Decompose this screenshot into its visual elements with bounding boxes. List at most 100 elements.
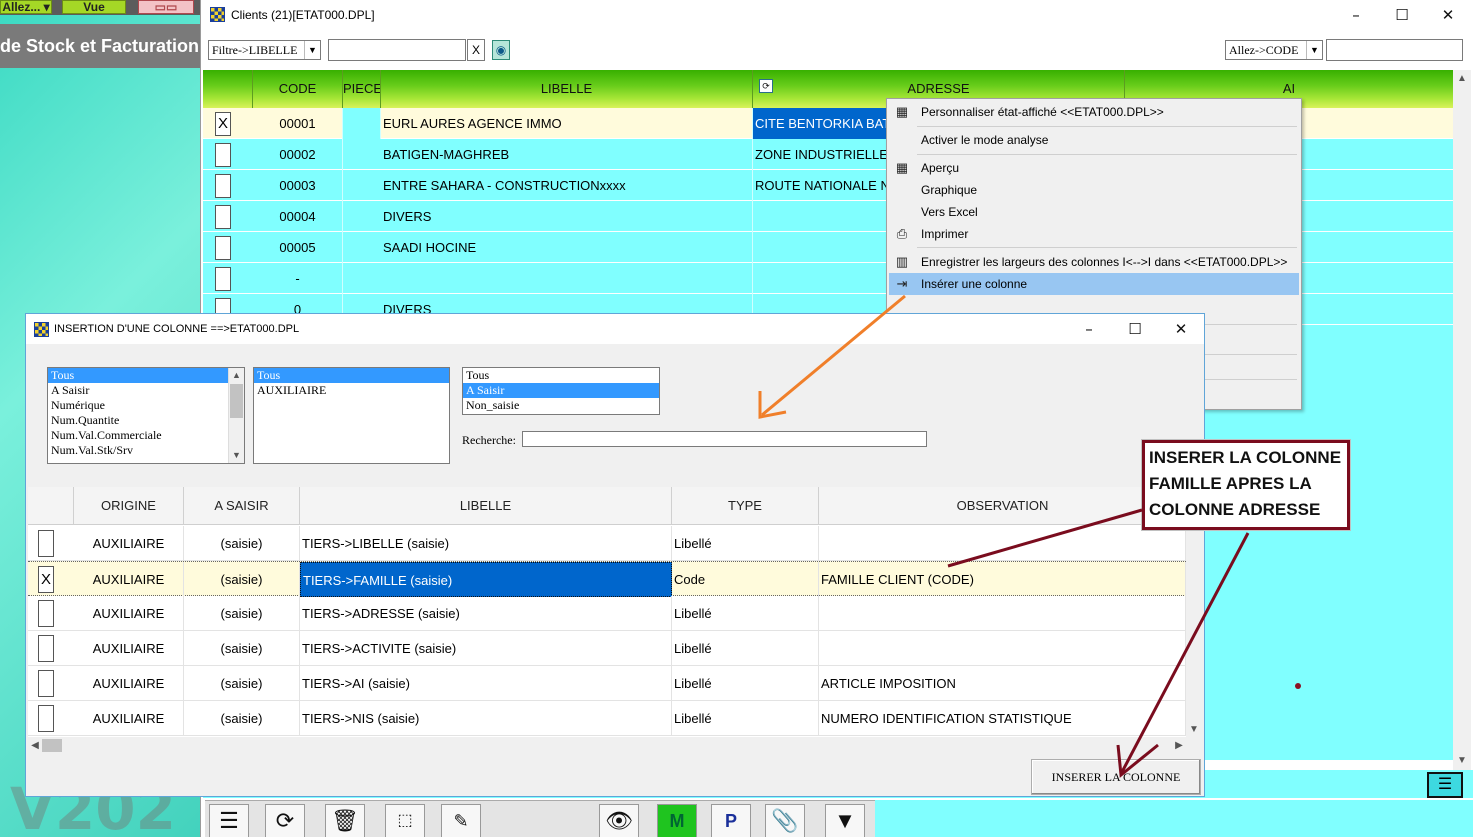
dialog-maximize-button[interactable]: ☐: [1112, 318, 1158, 340]
menu-item-inserer-colonne[interactable]: ⇥ Insérer une colonne: [889, 273, 1299, 295]
scroll-down-icon[interactable]: ▼: [1455, 754, 1469, 768]
p-icon[interactable]: P: [711, 804, 751, 837]
m-icon[interactable]: M: [657, 804, 697, 837]
row-checkbox[interactable]: [215, 267, 231, 291]
scroll-up-icon[interactable]: ▲: [229, 368, 244, 383]
view-eye-icon[interactable]: 👁: [599, 804, 639, 837]
cell-a-saisir: (saisie): [184, 562, 300, 597]
header-libelle[interactable]: LIBELLE: [381, 70, 753, 108]
row-checkbox[interactable]: [38, 600, 54, 627]
listbox-scrollbar[interactable]: ▲ ▼: [228, 368, 244, 463]
menu-separator: [917, 126, 1297, 127]
table-row[interactable]: AUXILIAIRE (saisie) TIERS->ADRESSE (sais…: [28, 596, 1186, 631]
menu-icon[interactable]: ☰: [209, 804, 249, 837]
clear-filter-button[interactable]: X: [467, 39, 485, 61]
row-checkbox[interactable]: [215, 143, 231, 167]
row-checkbox[interactable]: [38, 705, 54, 732]
eye-icon[interactable]: ◉: [492, 40, 510, 60]
row-checkbox[interactable]: X: [215, 112, 231, 136]
header-libelle[interactable]: LIBELLE: [300, 487, 672, 525]
dialog-minimize-button[interactable]: –: [1066, 318, 1112, 340]
header-piece[interactable]: PIECE: [343, 70, 381, 108]
goto-select[interactable]: Allez->CODE ▼: [1225, 40, 1323, 60]
close-button[interactable]: ✕: [1425, 4, 1471, 26]
column-settings-icon[interactable]: ☰: [1427, 772, 1463, 798]
scroll-right-icon[interactable]: ▶: [1172, 739, 1186, 753]
menu-separator: [917, 247, 1297, 248]
menu-item-apercu[interactable]: ▦ Aperçu: [889, 157, 1299, 179]
origin-listbox[interactable]: Tous AUXILIAIRE: [253, 367, 450, 464]
cell-type: Code: [672, 562, 819, 597]
menu-item-excel[interactable]: Vers Excel: [889, 201, 1299, 223]
table-row[interactable]: AUXILIAIRE (saisie) TIERS->AI (saisie) L…: [28, 666, 1186, 701]
scrollbar-thumb[interactable]: [230, 384, 243, 418]
category-listbox[interactable]: Tous A Saisir Numérique Num.Quantite Num…: [47, 367, 245, 464]
list-item[interactable]: A Saisir: [48, 383, 244, 398]
dialog-horizontal-scrollbar[interactable]: ◀ ▶: [28, 737, 1186, 754]
edit-icon[interactable]: ✎: [441, 804, 481, 837]
filter-input[interactable]: [328, 39, 466, 61]
menu-item-enregistrer-largeurs[interactable]: ▥ Enregistrer les largeurs des colonnes …: [889, 251, 1299, 273]
menu-item-graphique[interactable]: Graphique: [889, 179, 1299, 201]
list-item[interactable]: Tous: [254, 368, 449, 383]
list-item[interactable]: Tous: [463, 368, 659, 383]
row-checkbox[interactable]: [215, 236, 231, 260]
cell-code: 00005: [253, 232, 343, 263]
delete-icon[interactable]: 🗑: [325, 804, 365, 837]
filter-icon[interactable]: ▼: [825, 804, 865, 837]
attachment-icon[interactable]: 📎: [765, 804, 805, 837]
row-checkbox[interactable]: [215, 174, 231, 198]
header-origine[interactable]: ORIGINE: [74, 487, 184, 525]
table-row[interactable]: X AUXILIAIRE (saisie) TIERS->FAMILLE (sa…: [28, 561, 1186, 597]
cell-libelle: TIERS->ACTIVITE (saisie): [300, 631, 672, 666]
list-item[interactable]: Num.Val.Commerciale: [48, 428, 244, 443]
table-row[interactable]: AUXILIAIRE (saisie) TIERS->NIS (saisie) …: [28, 701, 1186, 736]
menu-item-imprimer[interactable]: ⎙ Imprimer: [889, 223, 1299, 245]
vue-button[interactable]: Vue: [62, 0, 126, 14]
saisie-listbox[interactable]: Tous A Saisir Non_saisie: [462, 367, 660, 415]
row-checkbox[interactable]: [38, 530, 54, 557]
dialog-close-button[interactable]: ✕: [1158, 318, 1204, 340]
cell-a-saisir: (saisie): [184, 631, 300, 666]
goto-input[interactable]: [1326, 39, 1463, 61]
filter-select[interactable]: Filtre->LIBELLE ▼: [208, 40, 321, 60]
list-item[interactable]: AUXILIAIRE: [254, 383, 449, 398]
layout-icon-button[interactable]: ▭▭: [138, 0, 194, 14]
chevron-down-icon: ▼: [1306, 41, 1322, 59]
clients-vertical-scrollbar[interactable]: ▲ ▼: [1453, 70, 1471, 770]
list-item[interactable]: A Saisir: [463, 383, 659, 398]
row-checkbox[interactable]: [215, 205, 231, 229]
list-item[interactable]: Numérique: [48, 398, 244, 413]
header-type[interactable]: TYPE: [672, 487, 819, 525]
list-item[interactable]: Non_saisie: [463, 398, 659, 413]
table-row[interactable]: AUXILIAIRE (saisie) TIERS->ACTIVITE (sai…: [28, 631, 1186, 666]
scroll-left-icon[interactable]: ◀: [28, 739, 42, 753]
menu-item-personnaliser[interactable]: ▦ Personnaliser état-affiché <<ETAT000.D…: [889, 101, 1299, 123]
maximize-button[interactable]: ☐: [1379, 4, 1425, 26]
list-item[interactable]: Num.Quantite: [48, 413, 244, 428]
list-item[interactable]: Tous: [48, 368, 244, 383]
cell-origine: AUXILIAIRE: [74, 596, 184, 631]
list-item[interactable]: Num.Val.Stk/Srv: [48, 443, 244, 458]
scroll-down-icon[interactable]: ▼: [1187, 723, 1201, 737]
minimize-button[interactable]: –: [1333, 4, 1379, 26]
menu-item-mode-analyse[interactable]: Activer le mode analyse: [889, 129, 1299, 151]
cell-code: 00004: [253, 201, 343, 232]
refresh-icon[interactable]: ⟳: [265, 804, 305, 837]
annotation-callout: INSERER LA COLONNE FAMILLE APRES LA COLO…: [1142, 440, 1350, 530]
scroll-up-icon[interactable]: ▲: [1455, 72, 1469, 86]
row-checkbox[interactable]: [38, 670, 54, 697]
row-checkbox[interactable]: [38, 635, 54, 662]
allez-button[interactable]: Allez... ▾: [0, 0, 52, 14]
header-observation[interactable]: OBSERVATION: [819, 487, 1186, 525]
table-row[interactable]: AUXILIAIRE (saisie) TIERS->LIBELLE (sais…: [28, 526, 1186, 561]
header-a-saisir[interactable]: A SAISIR: [184, 487, 300, 525]
header-code[interactable]: CODE: [253, 70, 343, 108]
cell-a-saisir: (saisie): [184, 596, 300, 631]
row-checkbox[interactable]: X: [38, 566, 54, 593]
capture-icon[interactable]: ⬚: [385, 804, 425, 837]
search-input[interactable]: [522, 431, 927, 447]
scrollbar-thumb[interactable]: [42, 739, 62, 752]
insert-column-button[interactable]: INSERER LA COLONNE: [1031, 759, 1201, 795]
scroll-down-icon[interactable]: ▼: [229, 448, 244, 463]
